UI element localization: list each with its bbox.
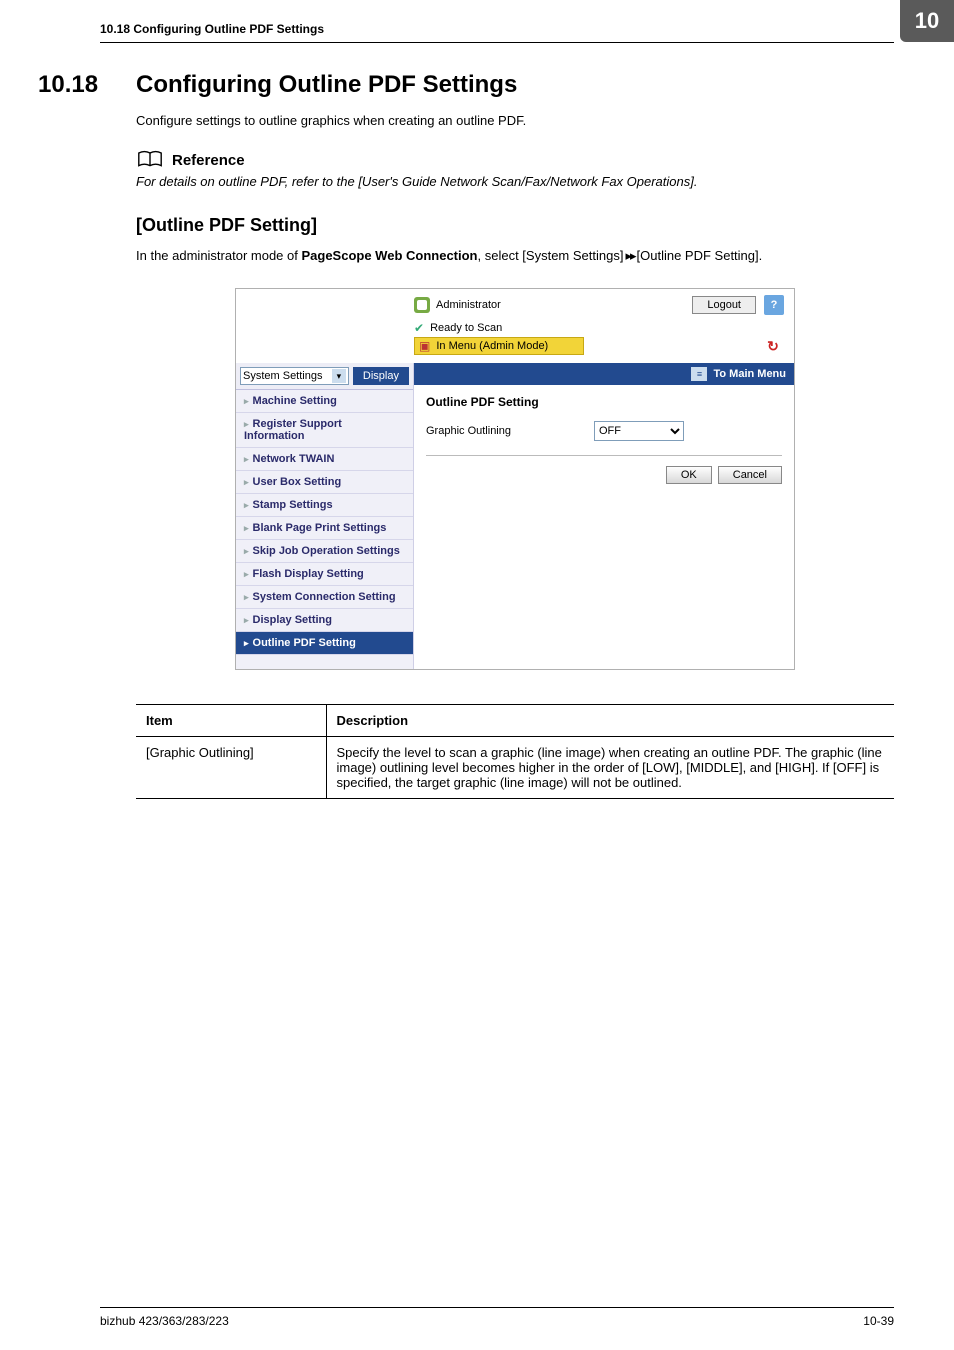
admin-screenshot: Administrator Logout ? ✔ Ready to Scan ▣ I… <box>235 288 795 670</box>
administrator-icon <box>414 297 430 313</box>
table-cell-description: Specify the level to scan a graphic (lin… <box>326 737 894 799</box>
display-button[interactable]: Display <box>353 367 409 385</box>
footer-model: bizhub 423/363/283/223 <box>100 1314 229 1328</box>
refresh-icon[interactable]: ↻ <box>764 337 782 355</box>
graphic-outlining-label: Graphic Outlining <box>426 425 576 437</box>
section-title: Configuring Outline PDF Settings <box>136 71 517 99</box>
graphic-outlining-select[interactable]: OFF <box>594 421 684 441</box>
table-head-item: Item <box>136 705 326 737</box>
table-cell-item: [Graphic Outlining] <box>136 737 326 799</box>
sidebar-item-outline-pdf[interactable]: ▸Outline PDF Setting <box>236 632 413 655</box>
reference-text: For details on outline PDF, refer to the… <box>136 174 894 189</box>
sidebar-item-stamp-settings[interactable]: ▸Stamp Settings <box>236 494 413 517</box>
table-head-description: Description <box>326 705 894 737</box>
sidebar-item-network-twain[interactable]: ▸Network TWAIN <box>236 448 413 471</box>
reference-label: Reference <box>172 152 245 169</box>
header-rule <box>100 42 894 43</box>
description-table: Item Description [Graphic Outlining] Spe… <box>136 704 894 799</box>
help-icon[interactable]: ? <box>764 295 784 315</box>
sidebar-item-blank-page[interactable]: ▸Blank Page Print Settings <box>236 517 413 540</box>
admin-mode-instruction: In the administrator mode of PageScope W… <box>136 248 894 264</box>
sidebar: System Settings▾ Display ▸Machine Settin… <box>236 363 414 669</box>
sidebar-item-machine-setting[interactable]: ▸Machine Setting <box>236 390 413 413</box>
sidebar-item-display-setting[interactable]: ▸Display Setting <box>236 609 413 632</box>
administrator-label: Administrator <box>436 299 501 311</box>
table-row: [Graphic Outlining] Specify the level to… <box>136 737 894 799</box>
menu-icon: ▣ <box>419 339 430 353</box>
sidebar-item-register-support[interactable]: ▸Register Support Information <box>236 413 413 448</box>
main-menu-icon: ≡ <box>691 367 707 381</box>
to-main-menu-link[interactable]: To Main Menu <box>713 368 786 380</box>
running-head: 10.18 Configuring Outline PDF Settings <box>100 0 894 42</box>
panel-divider <box>426 455 782 456</box>
lead-paragraph: Configure settings to outline graphics w… <box>136 113 894 128</box>
sidebar-item-user-box[interactable]: ▸User Box Setting <box>236 471 413 494</box>
settings-category-select[interactable]: System Settings▾ <box>240 367 349 385</box>
chapter-badge: 10 <box>900 0 954 42</box>
subsection-title: [Outline PDF Setting] <box>136 215 894 236</box>
ok-button[interactable]: OK <box>666 466 712 484</box>
book-icon <box>136 150 164 170</box>
status-menu: In Menu (Admin Mode) <box>436 340 548 352</box>
reference-heading: Reference <box>136 150 894 170</box>
sidebar-item-skip-job[interactable]: ▸Skip Job Operation Settings <box>236 540 413 563</box>
panel-title: Outline PDF Setting <box>414 385 794 417</box>
footer-page-number: 10-39 <box>863 1314 894 1328</box>
cancel-button[interactable]: Cancel <box>718 466 782 484</box>
logout-button[interactable]: Logout <box>692 296 756 314</box>
content-panel: ≡ To Main Menu Outline PDF Setting Graph… <box>414 363 794 669</box>
section-number: 10.18 <box>38 71 118 99</box>
status-ready: Ready to Scan <box>430 322 502 334</box>
chevron-down-icon: ▾ <box>332 369 346 383</box>
ready-icon: ✔ <box>414 321 424 335</box>
sidebar-item-flash-display[interactable]: ▸Flash Display Setting <box>236 563 413 586</box>
sidebar-item-system-connection[interactable]: ▸System Connection Setting <box>236 586 413 609</box>
